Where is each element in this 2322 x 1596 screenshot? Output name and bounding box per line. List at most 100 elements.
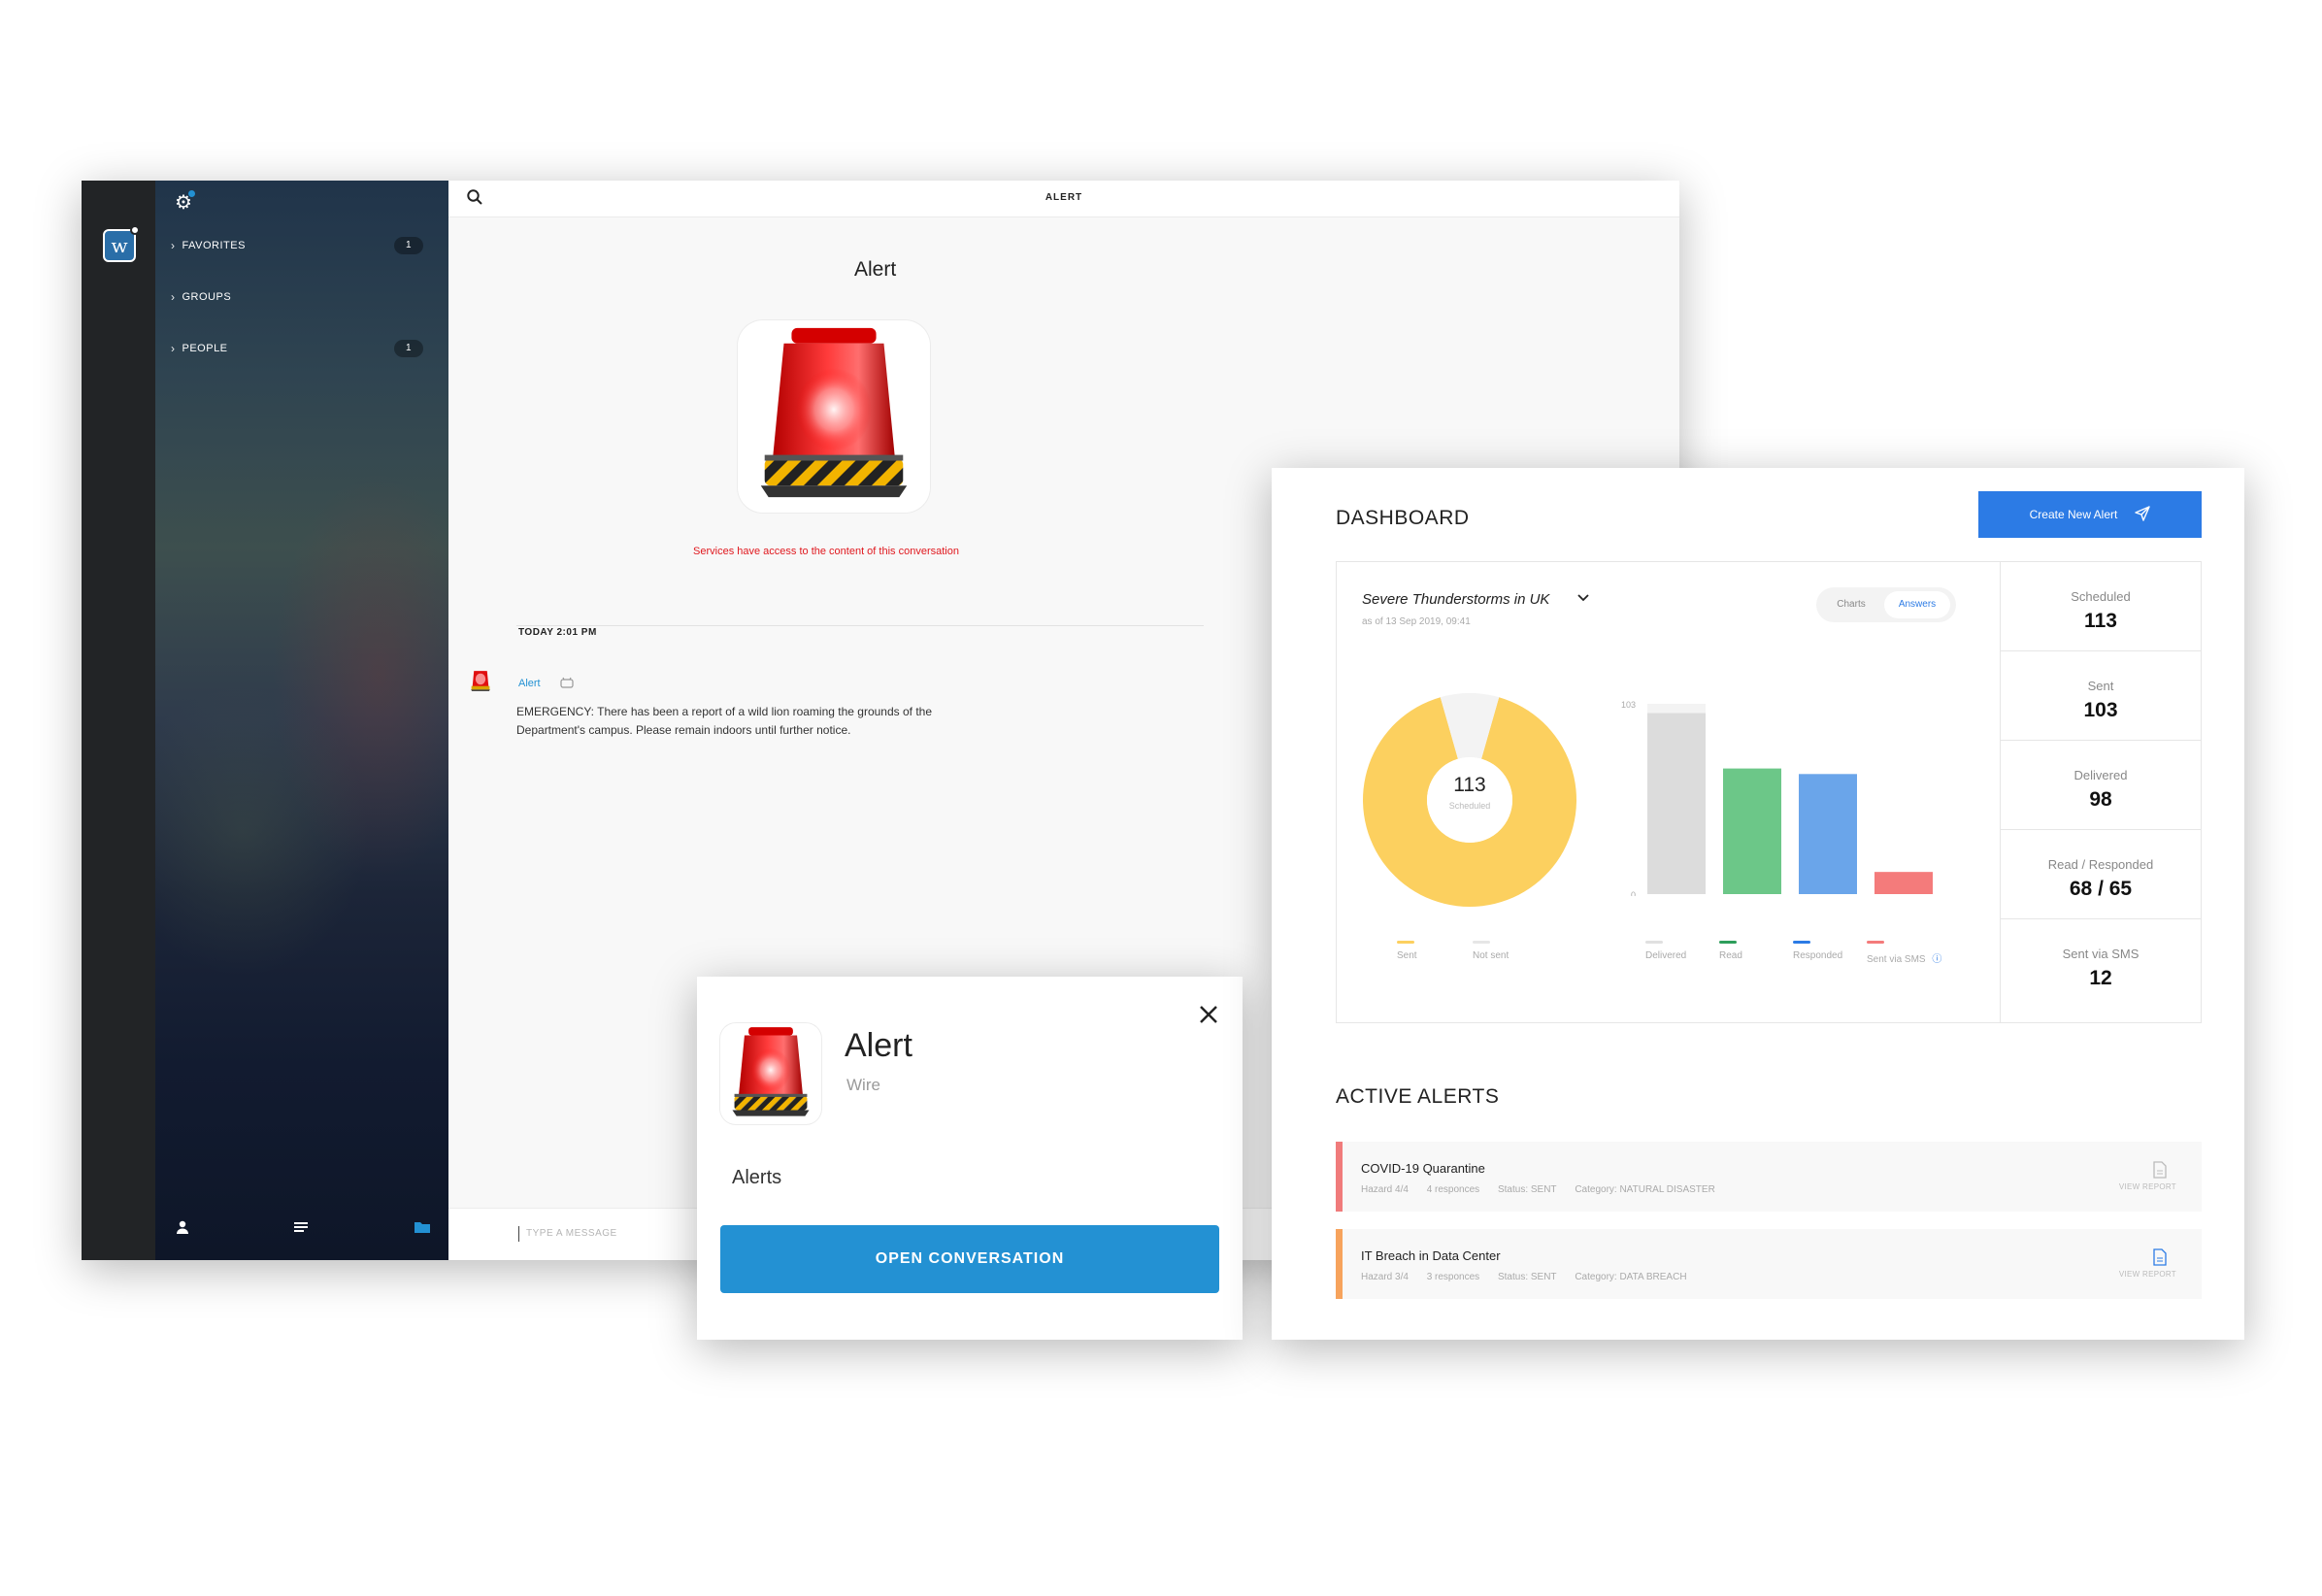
dashboard-title: DASHBOARD (1336, 507, 1470, 529)
bar-responded (1799, 774, 1857, 894)
legend-label: Not sent (1473, 950, 1509, 961)
alert-siren-icon (720, 1023, 821, 1124)
event-stats-panel: Severe Thunderstorms in UK as of 13 Sep … (1336, 561, 2202, 1023)
conversation-sidebar: ⚙ › FAVORITES 1 › GROUPS › PEOPLE 1 (155, 181, 448, 1260)
legend-read: Read (1719, 941, 1742, 961)
view-toggle: Charts Answers (1816, 587, 1956, 622)
alert-siren-icon (738, 320, 930, 513)
document-icon[interactable] (2153, 1161, 2167, 1179)
popup-title: Alert (845, 1027, 912, 1064)
donut-center-label: Scheduled (1448, 801, 1491, 811)
sidebar-item-groups[interactable]: › GROUPS (171, 285, 433, 309)
wire-logo-icon[interactable]: w (103, 225, 140, 262)
conversation-header: ALERT (448, 181, 1679, 217)
day-divider (516, 625, 1204, 626)
donut-center-value: 113 (1453, 774, 1486, 796)
popup-label: Alerts (732, 1167, 782, 1188)
stat-value: 103 (2083, 699, 2118, 721)
sidebar-footer (155, 1215, 448, 1245)
stat-scheduled: Scheduled 113 (2001, 562, 2201, 651)
bar-chart: 103 0 (1618, 692, 1939, 900)
hazard-color-bar (1336, 1229, 1343, 1299)
info-icon[interactable]: ⓘ (1932, 954, 1941, 965)
stat-sent-via-sms: Sent via SMS 12 (2001, 919, 2201, 1009)
services-access-note: Services have access to the content of t… (693, 546, 959, 557)
stat-label: Read / Responded (2047, 857, 2154, 872)
dashboard-window: DASHBOARD Create New Alert Severe Thunde… (1272, 468, 2244, 1340)
day-label: TODAY 2:01 PM (518, 627, 603, 638)
legend-swatch (1867, 941, 1884, 944)
bar-read (1723, 768, 1781, 894)
chevron-right-icon: › (171, 239, 176, 252)
legend-delivered: Delivered (1645, 941, 1687, 961)
alert-responses: 4 responces (1426, 1184, 1480, 1195)
hazard-color-bar (1336, 1142, 1343, 1212)
donut-chart: 113 Scheduled (1362, 692, 1577, 908)
legend-swatch (1793, 941, 1810, 944)
legend-sent-via-sms: Sent via SMS ⓘ (1867, 941, 1941, 965)
tab-answers[interactable]: Answers (1884, 591, 1950, 618)
folder-icon[interactable] (414, 1219, 431, 1240)
alert-hazard: Hazard 3/4 (1361, 1272, 1409, 1282)
legend-swatch (1397, 941, 1414, 944)
sender-avatar-siren-icon[interactable] (468, 668, 493, 693)
alert-category: Category: DATA BREACH (1575, 1272, 1687, 1282)
legend-sent: Sent (1397, 941, 1417, 961)
stat-label: Sent (2087, 679, 2114, 693)
legend-label: Sent via SMS (1867, 954, 1926, 965)
sidebar-item-label: GROUPS (182, 291, 232, 303)
alert-status: Status: SENT (1497, 1184, 1557, 1195)
open-conversation-button[interactable]: OPEN CONVERSATION (720, 1225, 1219, 1293)
legend-not-sent: Not sent (1473, 941, 1509, 961)
chevron-right-icon: › (171, 342, 176, 355)
alert-title: IT Breach in Data Center (1361, 1248, 1501, 1263)
list-icon[interactable] (293, 1219, 309, 1240)
legend-label: Sent (1397, 950, 1417, 961)
sidebar-item-label: PEOPLE (182, 343, 228, 354)
alert-row[interactable]: IT Breach in Data Center Hazard 3/4 3 re… (1336, 1229, 2202, 1299)
sidebar-item-people[interactable]: › PEOPLE 1 (171, 337, 433, 360)
alert-row[interactable]: COVID-19 Quarantine Hazard 4/4 4 responc… (1336, 1142, 2202, 1212)
view-report-link[interactable]: VIEW REPORT (2119, 1270, 2176, 1279)
stat-value: 98 (2089, 788, 2112, 811)
alert-title: COVID-19 Quarantine (1361, 1161, 1485, 1176)
service-popup-card: Alert Wire Alerts OPEN CONVERSATION (697, 977, 1243, 1340)
legend-responded: Responded (1793, 941, 1842, 961)
bar-delivered (1647, 713, 1706, 894)
alert-responses: 3 responces (1426, 1272, 1480, 1282)
document-icon[interactable] (2153, 1248, 2167, 1266)
view-report-link[interactable]: VIEW REPORT (2119, 1182, 2176, 1191)
tab-charts[interactable]: Charts (1822, 591, 1880, 618)
message-text: EMERGENCY: There has been a report of a … (516, 705, 933, 737)
create-new-alert-button[interactable]: Create New Alert (1978, 491, 2202, 538)
stat-value: 12 (2089, 967, 2112, 989)
send-icon (2135, 505, 2151, 524)
stat-value: 113 (2084, 610, 2117, 632)
legend-swatch (1645, 941, 1663, 944)
legend-swatch (1719, 941, 1737, 944)
account-rail: w (82, 181, 155, 1260)
marketing-composite: w ⚙ › FAVORITES 1 › GROUPS › PEOPLE 1 AL… (0, 0, 2322, 1596)
active-alerts-title: ACTIVE ALERTS (1336, 1085, 1500, 1108)
composer-placeholder: TYPE A MESSAGE (526, 1228, 617, 1239)
alert-status: Status: SENT (1497, 1272, 1557, 1282)
logo-letter: w (111, 234, 128, 257)
event-title: Severe Thunderstorms in UK (1362, 591, 1550, 608)
notification-dot (188, 190, 195, 197)
sidebar-item-favorites[interactable]: › FAVORITES 1 (171, 234, 433, 257)
legend-label: Delivered (1645, 950, 1687, 961)
bar-svg: 103 0 (1621, 700, 1933, 900)
user-icon[interactable] (175, 1219, 190, 1240)
close-icon[interactable] (1196, 1002, 1221, 1027)
stat-sent: Sent 103 (2001, 651, 2201, 741)
message-sender[interactable]: Alert (518, 678, 541, 689)
stat-label: Scheduled (2071, 589, 2131, 604)
popup-subtitle: Wire (846, 1076, 880, 1094)
text-cursor (518, 1226, 519, 1242)
chevron-down-icon[interactable] (1576, 589, 1591, 610)
stat-label: Sent via SMS (2062, 947, 2140, 961)
chevron-right-icon: › (171, 290, 176, 304)
sidebar-item-count: 1 (394, 340, 423, 357)
alert-category: Category: NATURAL DISASTER (1575, 1184, 1715, 1195)
stat-read-responded: Read / Responded 68 / 65 (2001, 830, 2201, 919)
